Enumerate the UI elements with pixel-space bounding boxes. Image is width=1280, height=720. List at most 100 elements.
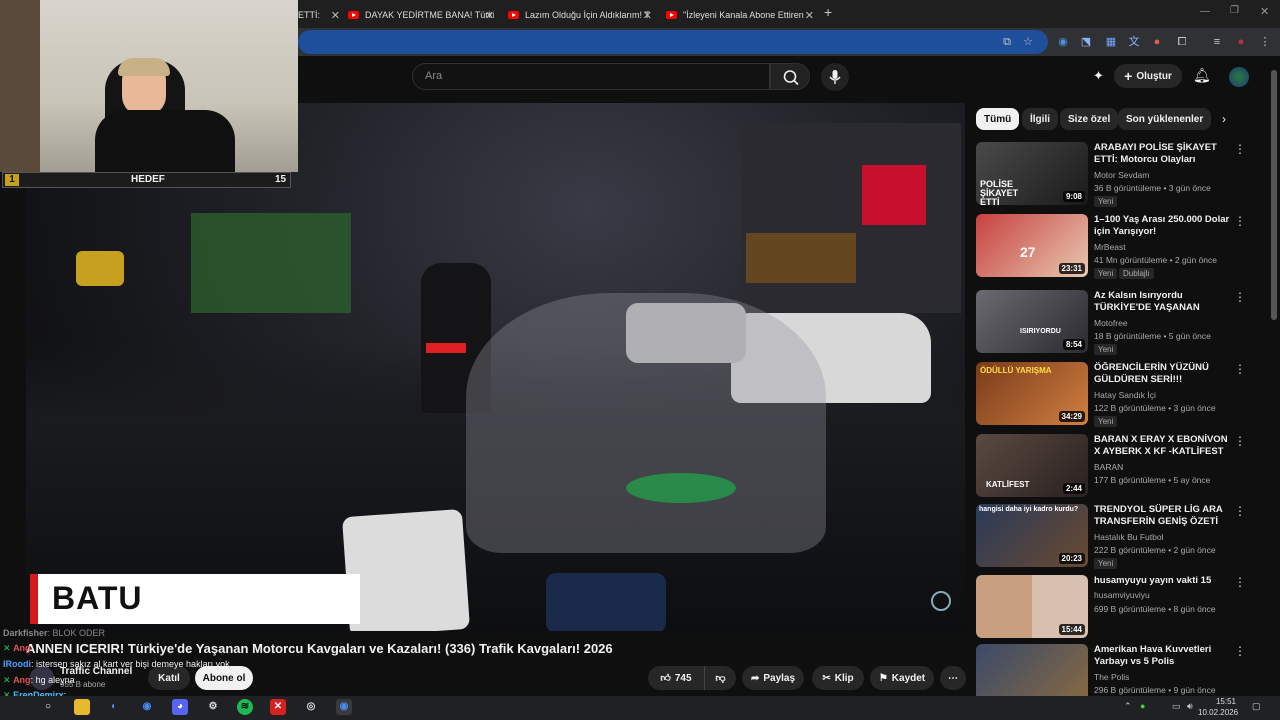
video-thumbnail[interactable]: KATLİFEST 2:44: [976, 434, 1088, 497]
recommendation-item[interactable]: POLİSE ŞİKAYET ETTİ 9:08 ARABAYI POLİSE …: [976, 142, 1266, 212]
cast-icon[interactable]: ✦: [1093, 68, 1104, 84]
browser-tab[interactable]: Lazım Olduğu İçin Aldıklarım! T ✕: [508, 4, 652, 26]
video-thumbnail[interactable]: 27 23:31: [976, 214, 1088, 277]
recommendation-item[interactable]: hangisi daha iyi kadro kurdu? 20:23 TREN…: [976, 504, 1266, 574]
torso: [95, 110, 235, 172]
notification-icon[interactable]: ▢: [1252, 701, 1261, 712]
profile-avatar[interactable]: ●: [1234, 35, 1248, 49]
notifications-bell-icon[interactable]: 🔔︎: [1193, 67, 1211, 84]
video-thumbnail[interactable]: 15:44: [976, 575, 1088, 638]
edge-icon[interactable]: ◐: [106, 699, 122, 715]
extension-icon[interactable]: ●: [1150, 35, 1164, 49]
video-thumbnail[interactable]: ÖDÜLLÜ YARIŞMA 34:29: [976, 362, 1088, 425]
search-input[interactable]: Ara: [412, 63, 770, 90]
thumb-caption: KATLİFEST: [986, 480, 1030, 489]
chevron-right-icon[interactable]: ›: [1222, 112, 1226, 126]
tab-title: ETTİ:: [298, 10, 320, 20]
rec-channel: Hastalık Bu Futbol: [1094, 532, 1164, 542]
spotify-icon[interactable]: ≋: [237, 699, 253, 715]
close-window-icon[interactable]: ✕: [1260, 5, 1269, 18]
search-icon[interactable]: ○: [40, 699, 56, 715]
rec-channel: Motor Sevdam: [1094, 170, 1150, 180]
video-duration: 15:44: [1058, 624, 1085, 635]
video-thumbnail[interactable]: ISIRIYORDU 8:54: [976, 290, 1088, 353]
obs-icon[interactable]: ◎: [303, 699, 319, 715]
search-button[interactable]: [770, 63, 810, 90]
filter-chip-all[interactable]: Tümü: [976, 108, 1020, 130]
clock-date[interactable]: 10.02.2026: [1198, 708, 1238, 717]
recommendation-item[interactable]: ÖDÜLLÜ YARIŞMA 34:29 ÖĞRENCİLERİN YÜZÜNÜ…: [976, 362, 1266, 432]
clock-time[interactable]: 15:51: [1212, 697, 1236, 706]
translate-icon[interactable]: 文: [1127, 35, 1141, 49]
extension-icon[interactable]: ◉: [1056, 35, 1070, 49]
close-icon[interactable]: ✕: [331, 9, 340, 22]
recommendation-item[interactable]: 15:44 husamyuyu yayın vakti 15 husamviyu…: [976, 575, 1266, 645]
chrome-icon[interactable]: ◉: [139, 699, 155, 715]
browser-tab[interactable]: "İzleyeni Kanala Abone Ettiren ✕: [666, 4, 814, 26]
filter-label: İlgili: [1030, 113, 1050, 125]
menu-kebab-icon[interactable]: ⋮: [1234, 644, 1246, 658]
bookmark-star-icon[interactable]: ☆: [1021, 35, 1035, 49]
menu-kebab-icon[interactable]: ⋮: [1234, 362, 1246, 376]
file-explorer-icon[interactable]: [74, 699, 90, 715]
filter-chip-for-you[interactable]: Size özel: [1060, 108, 1119, 130]
network-icon[interactable]: ▭: [1172, 701, 1181, 712]
tray-icon[interactable]: ●: [1140, 701, 1145, 711]
menu-kebab-icon[interactable]: ⋮: [1234, 142, 1246, 156]
voice-search-button[interactable]: [821, 63, 849, 91]
discord-icon[interactable]: ◕: [172, 699, 188, 715]
avatar[interactable]: [1229, 67, 1249, 87]
address-bar[interactable]: [298, 30, 1048, 54]
reading-list-icon[interactable]: ≡: [1210, 35, 1224, 49]
recommendation-item[interactable]: ISIRIYORDU 8:54 Az Kalsın Isırıyordu TÜR…: [976, 290, 1266, 360]
browser-tab[interactable]: DAYAK YEDİRTME BANA! Türkiye ✕: [348, 4, 494, 26]
menu-kebab-icon[interactable]: ⋮: [1234, 504, 1246, 518]
extension-icon[interactable]: ⬔: [1079, 35, 1093, 49]
video-thumbnail[interactable]: [976, 644, 1088, 696]
volume-icon[interactable]: 🔊︎: [1187, 701, 1193, 712]
recommendation-item[interactable]: 27 23:31 1–100 Yaş Arası 250.000 Dolar i…: [976, 214, 1266, 284]
menu-kebab-icon[interactable]: ⋮: [1234, 290, 1246, 304]
settings-icon[interactable]: ⚙: [205, 699, 221, 715]
new-tab-button[interactable]: +: [824, 4, 832, 20]
rec-meta: 122 B görüntüleme • 3 gün önce: [1094, 403, 1216, 413]
chat-badge-icon: ✕: [3, 643, 11, 653]
chrome-active-icon[interactable]: ◉: [336, 699, 352, 715]
filter-chip-recent[interactable]: Son yüklenenler: [1118, 108, 1212, 130]
menu-kebab-icon[interactable]: ⋮: [1234, 434, 1246, 448]
video-thumbnail[interactable]: hangisi daha iyi kadro kurdu? 20:23: [976, 504, 1088, 567]
join-button[interactable]: Katıl: [148, 666, 190, 690]
menu-kebab-icon[interactable]: ⋮: [1234, 214, 1246, 228]
browser-tab[interactable]: ETTİ: ✕: [298, 4, 340, 26]
recommendation-item[interactable]: KATLİFEST 2:44 BARAN X ERAY X EBONİVON X…: [976, 434, 1266, 504]
chat-text: : BLOK ODER: [47, 628, 106, 638]
thumb-caption: hangisi daha iyi kadro kurdu?: [979, 506, 1079, 513]
like-button[interactable]: 👍︎ 745: [648, 666, 704, 690]
puzzle-icon[interactable]: ⧠: [1175, 35, 1189, 49]
scrollbar[interactable]: [1271, 70, 1277, 320]
chat-text: : hg aleyna: [30, 675, 75, 685]
more-actions-button[interactable]: ⋯: [940, 666, 966, 690]
close-icon[interactable]: ✕: [805, 9, 814, 22]
close-icon[interactable]: ✕: [485, 9, 494, 22]
share-button[interactable]: ➦ Paylaş: [742, 666, 804, 690]
app-icon[interactable]: ✕: [270, 699, 286, 715]
maximize-icon[interactable]: ❐: [1230, 5, 1239, 16]
save-button[interactable]: ⚑ Kaydet: [870, 666, 934, 690]
recommendation-item[interactable]: Amerikan Hava Kuvvetleri Yarbayı vs 5 Po…: [976, 644, 1266, 696]
subscribe-button[interactable]: Abone ol: [195, 666, 253, 690]
menu-kebab-icon[interactable]: ⋮: [1258, 35, 1272, 49]
clip-button[interactable]: ✂ Klip: [812, 666, 864, 690]
install-icon[interactable]: ⧉: [1000, 35, 1014, 49]
new-badge: Yeni: [1094, 344, 1118, 355]
filter-chip-related[interactable]: İlgili: [1022, 108, 1058, 130]
close-icon[interactable]: ✕: [643, 9, 652, 22]
extension-icon[interactable]: ▦: [1104, 35, 1118, 49]
dislike-button[interactable]: 👎︎: [704, 666, 736, 690]
video-thumbnail[interactable]: POLİSE ŞİKAYET ETTİ 9:08: [976, 142, 1088, 205]
tray-chevron-icon[interactable]: ⌃: [1124, 701, 1132, 712]
menu-kebab-icon[interactable]: ⋮: [1234, 575, 1246, 589]
create-button[interactable]: + Oluştur: [1114, 64, 1182, 88]
minimize-icon[interactable]: —: [1200, 6, 1210, 17]
new-badge: Yeni: [1094, 196, 1118, 207]
